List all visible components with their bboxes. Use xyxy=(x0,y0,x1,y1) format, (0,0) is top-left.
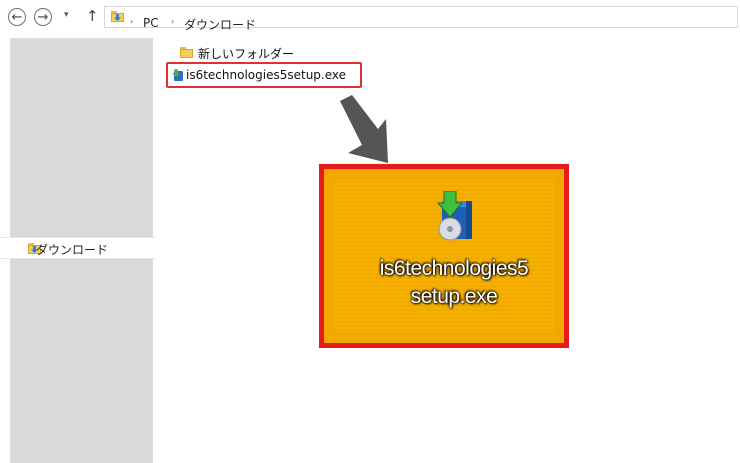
address-bar[interactable]: › PC › ダウンロード xyxy=(104,6,738,32)
desktop-icon-label-line1: is6technologies5 xyxy=(379,257,529,280)
sidebar-item-label: ダウンロード xyxy=(36,243,109,257)
chevron-down-icon[interactable]: ▾ xyxy=(64,10,69,20)
installer-icon xyxy=(172,69,184,82)
file-name: is6technologies5setup.exe xyxy=(186,68,347,82)
folder-icon xyxy=(180,47,193,58)
breadcrumb-downloads[interactable]: ダウンロード xyxy=(184,16,256,33)
back-arrow-icon[interactable]: ← xyxy=(8,8,26,26)
file-name: 新しいフォルダー xyxy=(198,47,295,61)
address-bar-area: ← → ▾ ↑ › PC › ダウンロード xyxy=(0,0,740,34)
breadcrumb-separator-icon: › xyxy=(130,17,134,26)
desktop-icon-label-line2: setup.exe xyxy=(410,285,498,308)
desktop-icon-highlight: is6technologies5 setup.exe xyxy=(319,164,569,348)
breadcrumb-pc[interactable]: PC xyxy=(143,16,159,30)
desktop-background: is6technologies5 setup.exe xyxy=(334,179,554,333)
forward-arrow-icon[interactable]: → xyxy=(34,8,52,26)
pointer-arrow-icon xyxy=(340,95,388,163)
sidebar-item-downloads[interactable]: ダウンロード xyxy=(0,237,156,259)
up-arrow-icon[interactable]: ↑ xyxy=(86,7,99,25)
list-item-exe[interactable]: is6technologies5setup.exe xyxy=(166,62,362,88)
breadcrumb-separator-icon: › xyxy=(171,17,175,26)
installer-icon[interactable] xyxy=(430,191,478,243)
downloads-folder-icon xyxy=(111,11,124,22)
